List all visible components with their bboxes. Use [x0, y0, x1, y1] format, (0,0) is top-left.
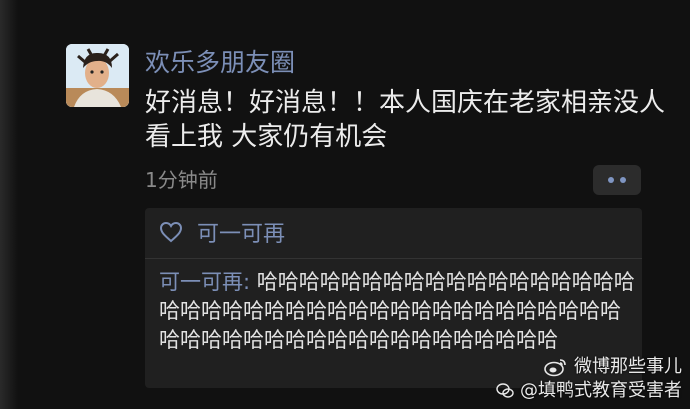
watermark: 微博那些事儿 @填鸭式教育受害者: [496, 355, 682, 403]
watermark-author: @填鸭式教育受害者: [520, 380, 682, 401]
likes-row: 可一可再: [145, 208, 642, 256]
post-timestamp: 1分钟前: [145, 168, 218, 192]
like-user-name[interactable]: 可一可再: [197, 216, 285, 248]
post-text: 好消息！好消息！！本人国庆在老家相亲没人看上我 大家仍有机会: [145, 88, 666, 152]
heart-icon: [159, 221, 183, 243]
avatar[interactable]: [66, 44, 129, 107]
weibo-icon: [544, 359, 566, 377]
more-dots-icon: [620, 177, 626, 183]
post-username[interactable]: 欢乐多朋友圈: [145, 48, 295, 78]
comment-author[interactable]: 可一可再: [159, 270, 243, 294]
left-edge-shadow: [0, 0, 18, 409]
more-dots-icon: [608, 177, 614, 183]
watermark-account: 微博那些事儿: [574, 356, 682, 377]
comment[interactable]: 可一可再: 哈哈哈哈哈哈哈哈哈哈哈哈哈哈哈哈哈哈哈哈哈哈哈哈哈哈哈哈哈哈哈哈哈哈…: [159, 268, 637, 355]
wechat-icon: [496, 383, 514, 398]
divider: [145, 258, 642, 259]
avatar-image: [66, 44, 129, 107]
comment-separator: :: [243, 270, 257, 294]
more-options-button[interactable]: [593, 165, 641, 195]
